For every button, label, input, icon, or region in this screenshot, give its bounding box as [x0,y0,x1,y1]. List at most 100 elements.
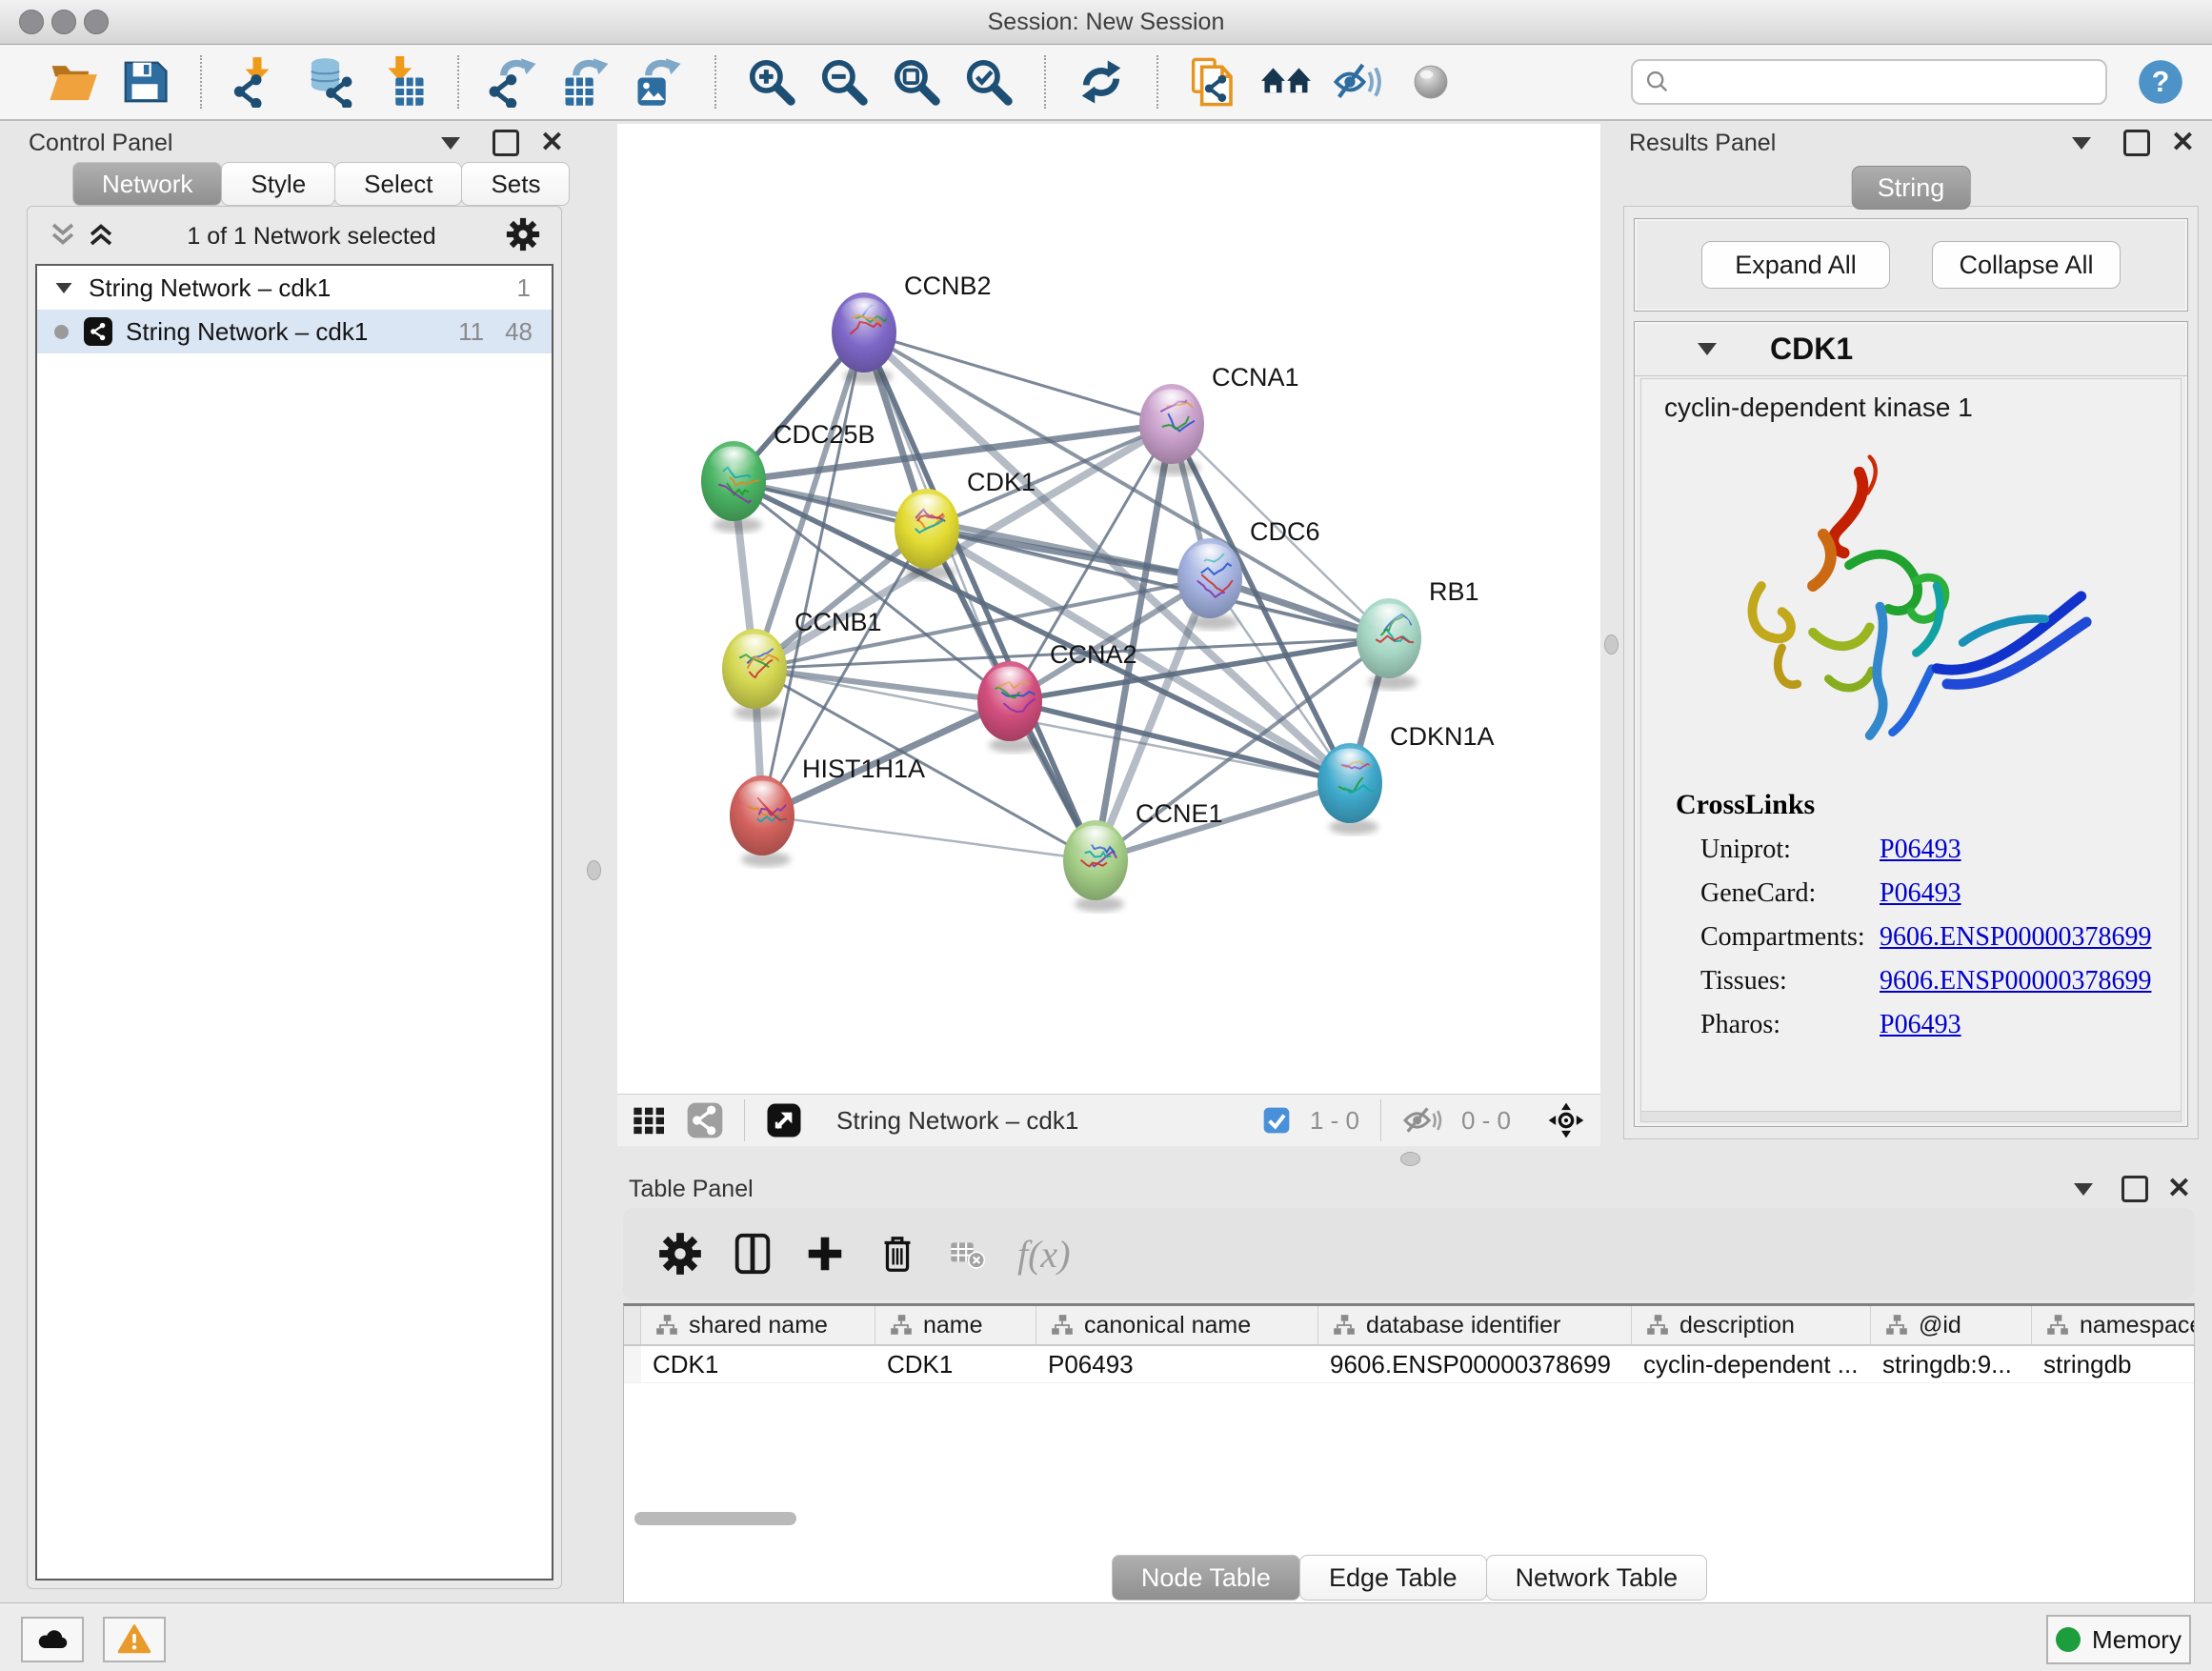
float-panel-icon[interactable] [493,130,519,156]
cell[interactable]: 9606.ENSP00000378699 [1318,1346,1632,1382]
crosslink-link[interactable]: P06493 [1880,835,1961,865]
export-network-icon[interactable] [489,56,540,108]
node-CCNE1[interactable]: CCNE1 [1063,799,1223,912]
cell[interactable]: CDK1 [875,1346,1036,1382]
close-panel-icon[interactable]: ✕ [540,129,564,157]
grid-view-icon[interactable] [631,1101,669,1139]
close-panel-icon[interactable]: ✕ [2171,129,2195,157]
float-panel-icon[interactable] [2123,130,2150,156]
sphere-icon[interactable] [1405,56,1457,108]
float-panel-icon[interactable] [2122,1176,2148,1202]
collapse-panel-icon[interactable] [2074,1183,2093,1196]
tab-select[interactable]: Select [334,162,462,206]
tab-network[interactable]: Network [72,162,222,206]
node-label-CDK1: CDK1 [967,468,1036,496]
tab-node-table[interactable]: Node Table [1112,1555,1300,1601]
export-table-icon[interactable] [561,56,613,108]
zoom-window-button[interactable] [84,10,109,34]
refresh-network-icon[interactable] [1076,56,1127,108]
import-network-file-icon[interactable] [231,56,283,108]
column-header-shared-name[interactable]: shared name [641,1306,875,1344]
warning-button[interactable] [103,1617,166,1662]
bottom-splitter-handle[interactable] [1400,1152,1420,1166]
close-window-button[interactable] [19,10,44,34]
zoom-in-icon[interactable] [746,56,797,108]
cell[interactable]: stringdb [2032,1346,2195,1382]
cell[interactable]: stringdb:9... [1871,1346,2032,1382]
tab-edge-table[interactable]: Edge Table [1299,1555,1487,1601]
column-header-namespace[interactable]: namespace [2032,1306,2195,1344]
table-options-gear-icon[interactable] [658,1232,702,1276]
column-header--id[interactable]: @id [1871,1306,2032,1344]
table-horizontal-scrollbar[interactable] [627,1509,2199,1528]
show-columns-icon[interactable] [731,1232,774,1276]
edge-CCNB1-CCNA2[interactable] [754,669,1010,701]
network-row[interactable]: String Network – cdk1 11 48 [37,310,552,353]
collapse-panel-icon[interactable] [2072,137,2091,150]
cell[interactable]: CDK1 [641,1346,875,1382]
string-homes-icon[interactable] [1260,56,1312,108]
help-icon[interactable]: ? [2136,57,2185,107]
edge-CCNA2-CDKN1A[interactable] [1010,701,1350,783]
edge-CCNB2-RB1[interactable] [864,332,1389,638]
save-session-icon[interactable] [119,56,171,108]
results-scroll-area[interactable]: CDK1 cyclin-dependent kinase 1 CrossLink… [1634,321,2188,1127]
node-CCNB2[interactable]: CCNB2 [832,272,992,384]
cloud-button[interactable] [21,1617,84,1662]
gene-entry-header[interactable]: CDK1 [1635,322,2187,376]
column-header-description[interactable]: description [1632,1306,1871,1344]
memory-button[interactable]: Memory [2046,1615,2191,1664]
left-splitter-handle[interactable] [587,860,601,880]
network-collection-row[interactable]: String Network – cdk1 1 [37,266,552,310]
open-in-new-window-icon[interactable] [765,1101,803,1139]
search-input[interactable] [1679,68,2094,96]
expand-all-networks-icon[interactable] [47,218,79,255]
table-row[interactable]: CDK1CDK1P064939606.ENSP00000378699cyclin… [624,1346,2194,1383]
delete-column-icon[interactable] [875,1232,919,1276]
entry-expand-icon[interactable] [1698,343,1717,355]
fit-selected-crosshair-icon[interactable] [1547,1101,1585,1139]
scrollbar-thumb[interactable] [634,1512,796,1525]
cell[interactable]: P06493 [1036,1346,1318,1382]
collection-expand-icon[interactable] [56,282,72,292]
tab-network-table[interactable]: Network Table [1486,1555,1708,1601]
minimize-window-button[interactable] [51,10,76,34]
node-RB1[interactable]: RB1 [1357,577,1479,690]
eye-slash-waves-icon[interactable] [1333,56,1384,108]
node-CCNA1[interactable]: CCNA1 [1139,363,1299,475]
hidden-eye-slash-icon[interactable] [1401,1103,1443,1137]
column-header-canonical-name[interactable]: canonical name [1036,1306,1318,1344]
right-splitter-handle[interactable] [1604,634,1619,654]
zoom-fit-icon[interactable] [891,56,942,108]
search-box[interactable] [1631,59,2107,105]
column-header-name[interactable]: name [875,1306,1036,1344]
export-image-icon[interactable] [633,56,685,108]
share-view-icon[interactable] [686,1101,724,1139]
cell[interactable]: cyclin-dependent ... [1632,1346,1871,1382]
column-header-database-identifier[interactable]: database identifier [1318,1306,1632,1344]
network-options-gear-icon[interactable] [506,217,540,256]
crosslink-link[interactable]: 9606.ENSP00000378699 [1880,966,2151,997]
crosslink-link[interactable]: 9606.ENSP00000378699 [1880,922,2151,953]
network-canvas[interactable]: CCNB2 CCNA1 CDC25B CDK1 CDC6 [617,124,1600,1094]
import-table-file-icon[interactable] [376,56,428,108]
crosslink-link[interactable]: P06493 [1880,878,1961,909]
zoom-selected-icon[interactable] [963,56,1015,108]
document-share-icon[interactable] [1188,56,1239,108]
edge-HIST1H1A-CCNE1[interactable] [762,815,1096,860]
crosslink-link[interactable]: P06493 [1880,1010,1961,1040]
node-CDKN1A[interactable]: CDKN1A [1317,722,1495,835]
expand-all-button[interactable]: Expand All [1701,241,1890,289]
open-session-icon[interactable] [47,56,98,108]
tab-string[interactable]: String [1852,166,1971,210]
tab-style[interactable]: Style [221,162,335,206]
zoom-out-icon[interactable] [818,56,870,108]
tab-sets[interactable]: Sets [461,162,570,206]
collapse-all-button[interactable]: Collapse All [1932,241,2121,289]
import-network-database-icon[interactable] [304,56,355,108]
add-column-icon[interactable] [803,1232,847,1276]
selected-checkbox-icon[interactable] [1261,1105,1292,1136]
collapse-panel-icon[interactable] [441,137,460,150]
collapse-all-networks-icon[interactable] [85,218,117,255]
close-panel-icon[interactable]: ✕ [2167,1175,2191,1203]
